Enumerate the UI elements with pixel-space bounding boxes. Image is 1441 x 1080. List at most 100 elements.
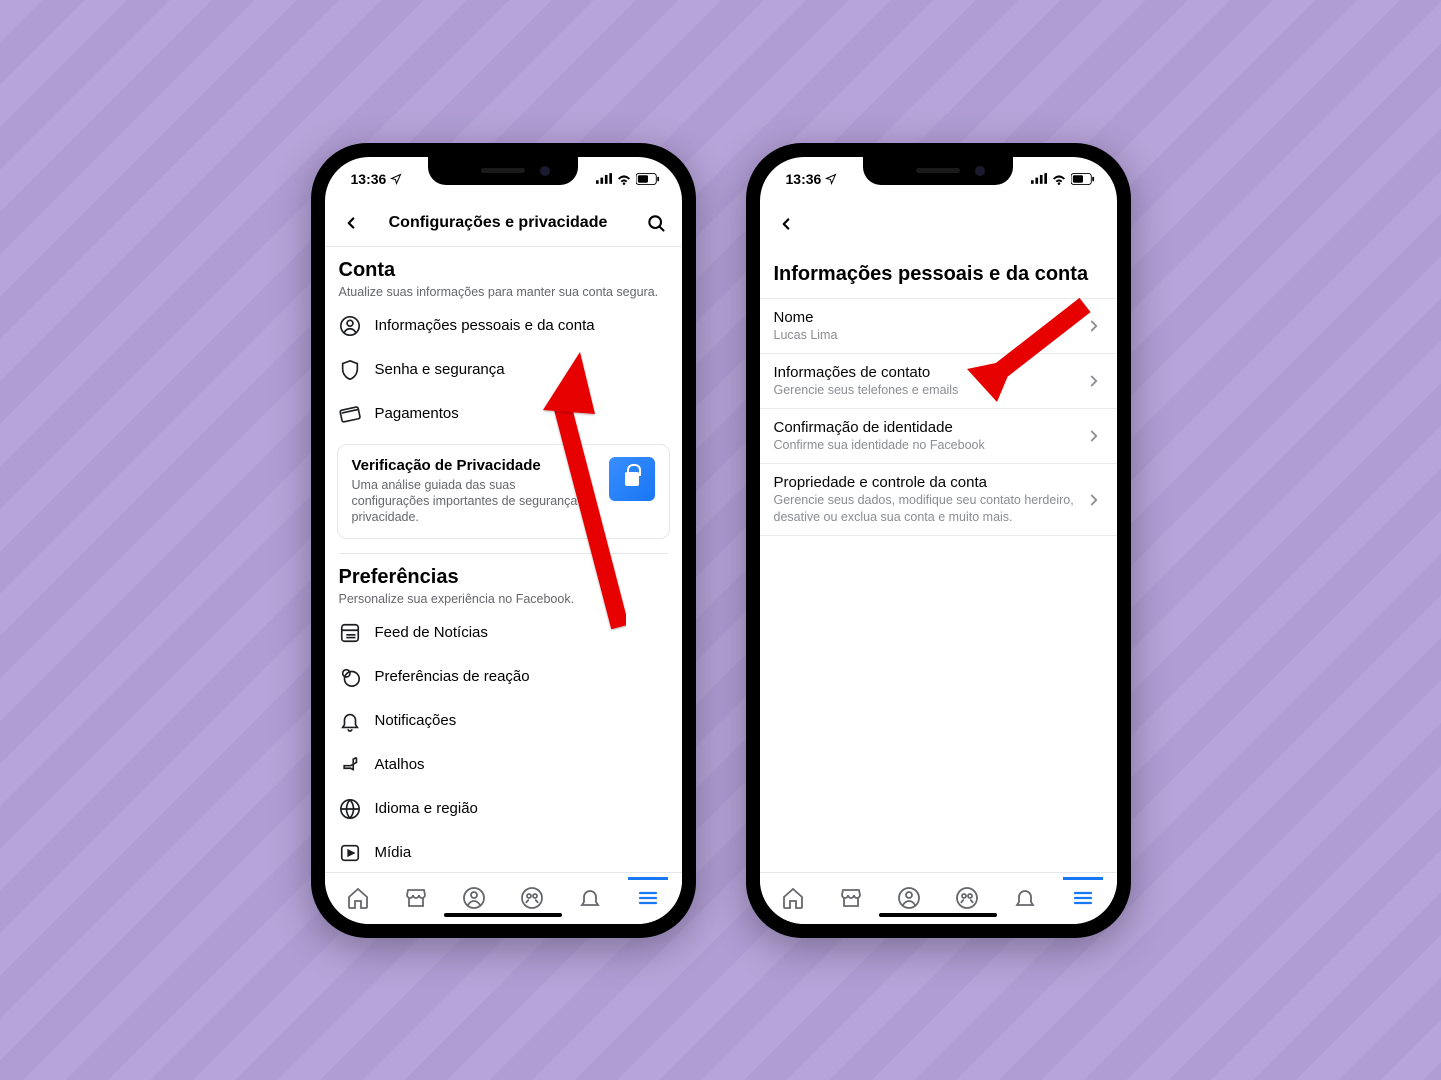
privacy-checkup-card[interactable]: Verificação de Privacidade Uma análise g… [337, 444, 670, 539]
chevron-right-icon [1085, 372, 1103, 390]
cellular-icon [596, 173, 612, 184]
status-time: 13:36 [351, 171, 387, 187]
row-identidade[interactable]: Confirmação de identidade Confirme sua i… [760, 408, 1117, 463]
card-icon [339, 403, 361, 425]
notch [863, 157, 1013, 185]
location-icon [825, 173, 837, 185]
media-icon [339, 842, 361, 864]
back-button[interactable] [774, 215, 798, 233]
menu-item-senha[interactable]: Senha e segurança [325, 348, 682, 392]
nav-header: Configurações e privacidade [325, 201, 682, 247]
wifi-icon [1051, 173, 1067, 185]
card-title: Verificação de Privacidade [352, 457, 597, 474]
home-indicator[interactable] [444, 913, 562, 917]
status-time: 13:36 [786, 171, 822, 187]
reaction-icon [339, 666, 361, 688]
card-desc: Uma análise guiada das suas configuraçõe… [352, 477, 597, 526]
menu-label: Pagamentos [375, 405, 459, 422]
groups-icon [955, 886, 979, 910]
phone-right: 13:36 Informações pessoais e da conta No… [746, 143, 1131, 938]
menu-item-midia[interactable]: Mídia [325, 831, 682, 872]
menu-item-reaction[interactable]: Preferências de reação [325, 655, 682, 699]
hamburger-icon [636, 886, 660, 910]
menu-item-pagamentos[interactable]: Pagamentos [325, 392, 682, 436]
section-subtitle: Personalize sua experiência no Facebook. [339, 591, 668, 607]
tab-marketplace[interactable] [831, 878, 871, 918]
nav-header [760, 201, 1117, 247]
chevron-right-icon [1085, 317, 1103, 335]
menu-label: Preferências de reação [375, 668, 530, 685]
content-right[interactable]: Informações pessoais e da conta Nome Luc… [760, 247, 1117, 872]
menu-item-feed[interactable]: Feed de Notícias [325, 611, 682, 655]
row-subtitle: Lucas Lima [774, 327, 1075, 343]
row-contato[interactable]: Informações de contato Gerencie seus tel… [760, 353, 1117, 408]
section-conta: Conta Atualize suas informações para man… [325, 247, 682, 304]
menu-label: Mídia [375, 844, 412, 861]
pin-icon [339, 754, 361, 776]
screen-left: 13:36 Configurações e privacidade Conta … [325, 157, 682, 924]
row-subtitle: Confirme sua identidade no Facebook [774, 437, 1075, 453]
marketplace-icon [404, 886, 428, 910]
row-propriedade[interactable]: Propriedade e controle da conta Gerencie… [760, 463, 1117, 536]
tab-marketplace[interactable] [396, 878, 436, 918]
location-icon [390, 173, 402, 185]
home-icon [346, 886, 370, 910]
tab-home[interactable] [773, 878, 813, 918]
bell-tab-icon [1013, 886, 1037, 910]
chevron-left-icon [342, 214, 360, 232]
notification-bell-icon [339, 710, 361, 732]
battery-icon [636, 173, 660, 185]
search-icon [646, 213, 666, 233]
search-button[interactable] [644, 213, 668, 233]
tab-notifications[interactable] [570, 878, 610, 918]
chevron-right-icon [1085, 491, 1103, 509]
content-left[interactable]: Conta Atualize suas informações para man… [325, 247, 682, 872]
phone-left: 13:36 Configurações e privacidade Conta … [311, 143, 696, 938]
page-title: Informações pessoais e da conta [760, 247, 1117, 298]
lock-graphic-icon [609, 457, 655, 501]
menu-label: Feed de Notícias [375, 624, 488, 641]
marketplace-icon [839, 886, 863, 910]
menu-label: Senha e segurança [375, 361, 505, 378]
cellular-icon [1031, 173, 1047, 184]
menu-label: Atalhos [375, 756, 425, 773]
hamburger-icon [1071, 886, 1095, 910]
back-button[interactable] [339, 214, 363, 232]
chevron-left-icon [777, 215, 795, 233]
chevron-right-icon [1085, 427, 1103, 445]
globe-icon [339, 798, 361, 820]
menu-item-idioma[interactable]: Idioma e região [325, 787, 682, 831]
notch [428, 157, 578, 185]
menu-label: Idioma e região [375, 800, 478, 817]
screen-right: 13:36 Informações pessoais e da conta No… [760, 157, 1117, 924]
groups-icon [520, 886, 544, 910]
row-title: Nome [774, 309, 1075, 326]
row-title: Confirmação de identidade [774, 419, 1075, 436]
tab-notifications[interactable] [1005, 878, 1045, 918]
battery-icon [1071, 173, 1095, 185]
home-indicator[interactable] [879, 913, 997, 917]
newsfeed-icon [339, 622, 361, 644]
menu-item-info-pessoais[interactable]: Informações pessoais e da conta [325, 304, 682, 348]
section-subtitle: Atualize suas informações para manter su… [339, 284, 668, 300]
profile-circle-icon [339, 315, 361, 337]
row-subtitle: Gerencie seus dados, modifique seu conta… [774, 492, 1075, 525]
menu-label: Notificações [375, 712, 457, 729]
tab-home[interactable] [338, 878, 378, 918]
profile-tab-icon [897, 886, 921, 910]
row-nome[interactable]: Nome Lucas Lima [760, 298, 1117, 353]
menu-item-atalhos[interactable]: Atalhos [325, 743, 682, 787]
row-title: Informações de contato [774, 364, 1075, 381]
nav-title: Configurações e privacidade [363, 214, 634, 232]
home-icon [781, 886, 805, 910]
row-subtitle: Gerencie seus telefones e emails [774, 382, 1075, 398]
bell-tab-icon [578, 886, 602, 910]
tab-menu[interactable] [1063, 878, 1103, 918]
section-title: Preferências [339, 566, 668, 589]
tab-menu[interactable] [628, 878, 668, 918]
wifi-icon [616, 173, 632, 185]
profile-tab-icon [462, 886, 486, 910]
row-title: Propriedade e controle da conta [774, 474, 1075, 491]
section-title: Conta [339, 259, 668, 282]
menu-item-notificacoes[interactable]: Notificações [325, 699, 682, 743]
